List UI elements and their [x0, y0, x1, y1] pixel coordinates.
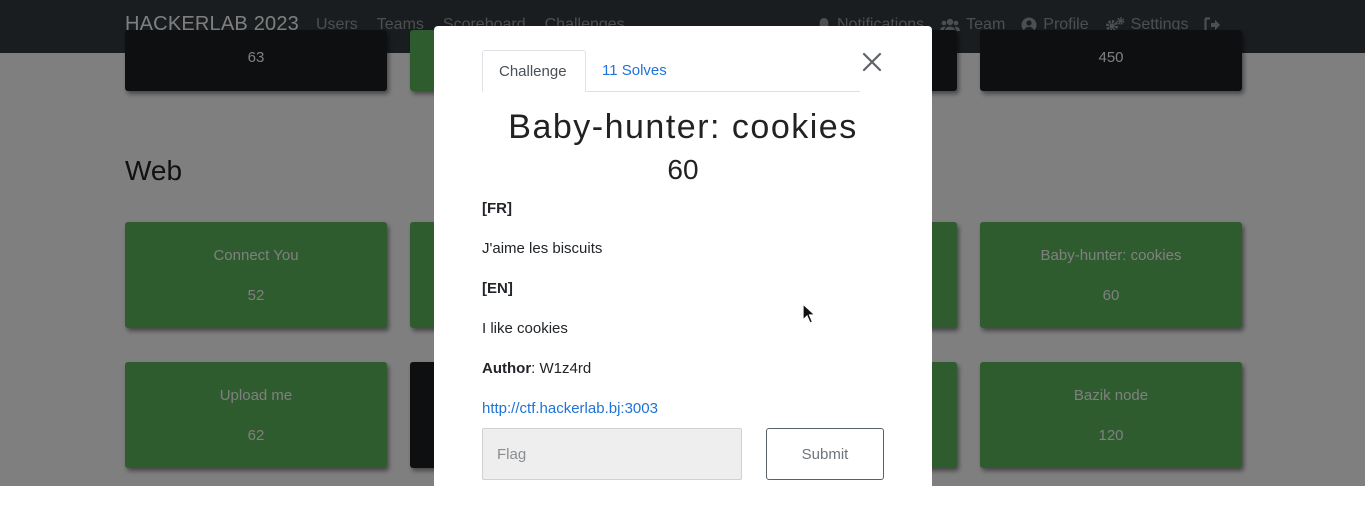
desc-en-text: I like cookies — [482, 320, 568, 337]
desc-en-heading: [EN] — [482, 280, 513, 297]
flag-input[interactable] — [482, 428, 742, 480]
desc-fr-text: J'aime les biscuits — [482, 240, 603, 257]
close-icon — [862, 52, 882, 72]
desc-fr-heading: [FR] — [482, 200, 512, 217]
author-name: W1z4rd — [539, 360, 592, 377]
fr-heading: [FR] — [482, 200, 512, 217]
author-label: Author — [482, 360, 532, 377]
modal-tabs: Challenge 11 Solves — [482, 50, 860, 92]
challenge-value: 60 — [667, 154, 699, 185]
author-separator: : — [531, 360, 540, 377]
challenge-modal: Challenge 11 Solves Baby-hunter: cookies… — [434, 26, 932, 506]
challenge-url-link[interactable]: http://ctf.hackerlab.bj:3003 — [482, 400, 658, 417]
tab-challenge[interactable]: Challenge — [482, 50, 586, 92]
submit-button[interactable]: Submit — [766, 428, 884, 480]
mouse-cursor-icon — [802, 303, 816, 324]
en-heading: [EN] — [482, 280, 513, 297]
tab-solves[interactable]: 11 Solves — [586, 50, 683, 91]
close-button[interactable] — [861, 51, 883, 73]
desc-author: Author: W1z4rd — [482, 360, 591, 377]
challenge-title: Baby-hunter: cookies — [508, 108, 858, 146]
